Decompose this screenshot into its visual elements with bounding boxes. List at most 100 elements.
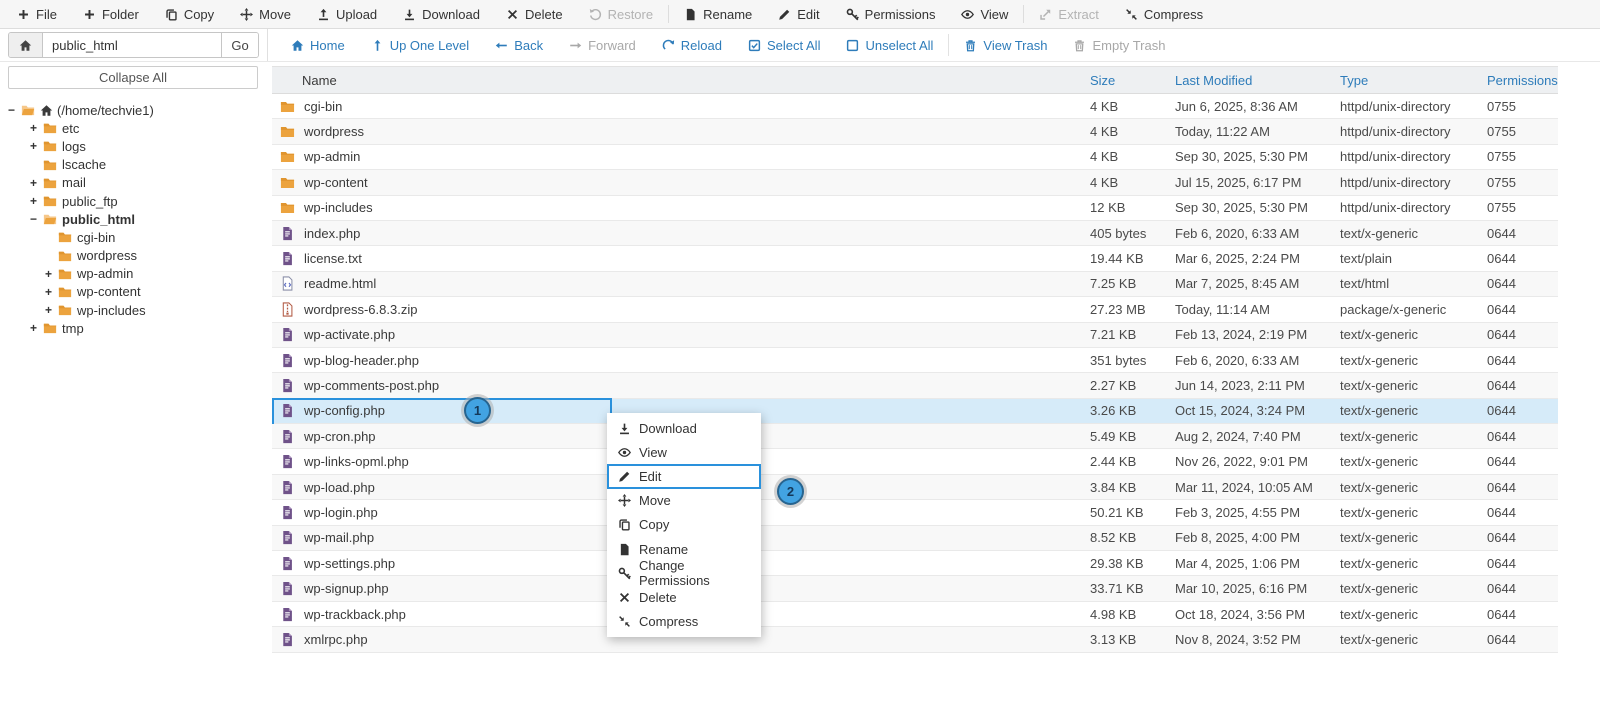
toolbar-permissions-button[interactable]: Permissions <box>833 0 949 28</box>
header-size[interactable]: Size <box>1090 73 1175 88</box>
header-permissions[interactable]: Permissions <box>1487 73 1558 88</box>
tree-item-public-html[interactable]: −public_html <box>8 210 268 228</box>
file-permissions: 0644 <box>1487 632 1558 647</box>
file-icon <box>618 543 631 556</box>
menu-delete-item[interactable]: Delete <box>607 585 761 609</box>
nav-up-one-level-link[interactable]: Up One Level <box>358 38 483 53</box>
file-permissions: 0755 <box>1487 175 1558 190</box>
toolbar-download-button[interactable]: Download <box>390 0 493 28</box>
table-row[interactable]: wp-load.php3.84 KBMar 11, 2024, 10:05 AM… <box>272 475 1558 500</box>
folder-icon <box>57 303 73 317</box>
table-row[interactable]: readme.html7.25 KBMar 7, 2025, 8:45 AMte… <box>272 272 1558 297</box>
nav-home-link[interactable]: Home <box>278 38 358 53</box>
tree-item-logs[interactable]: +logs <box>8 137 268 155</box>
tree-toggle[interactable]: + <box>30 139 42 153</box>
header-type[interactable]: Type <box>1340 73 1487 88</box>
file-name-cell: wp-content <box>272 175 1090 190</box>
table-row[interactable]: wp-activate.php7.21 KBFeb 13, 2024, 2:19… <box>272 323 1558 348</box>
table-row[interactable]: wp-mail.php8.52 KBFeb 8, 2025, 4:00 PMte… <box>272 526 1558 551</box>
collapse-all-button[interactable]: Collapse All <box>8 66 258 89</box>
tree-item-etc[interactable]: +etc <box>8 119 268 137</box>
tree-item-wordpress[interactable]: wordpress <box>8 247 268 265</box>
header-name[interactable]: Name <box>272 73 1090 88</box>
toolbar-rename-button[interactable]: Rename <box>671 0 765 28</box>
table-row[interactable]: license.txt19.44 KBMar 6, 2025, 2:24 PMt… <box>272 246 1558 271</box>
tree-toggle[interactable]: − <box>30 212 42 226</box>
header-last-modified[interactable]: Last Modified <box>1175 73 1340 88</box>
toolbar-file-button[interactable]: File <box>4 0 70 28</box>
nav-reload-link[interactable]: Reload <box>649 38 735 53</box>
toolbar-edit-button[interactable]: Edit <box>765 0 832 28</box>
path-input[interactable] <box>43 33 221 57</box>
menu-copy-item[interactable]: Copy <box>607 513 761 537</box>
doc-icon <box>280 607 295 622</box>
table-row[interactable]: wp-blog-header.php351 bytesFeb 6, 2020, … <box>272 348 1558 373</box>
menu-download-item[interactable]: Download <box>607 416 761 440</box>
toolbar-move-button[interactable]: Move <box>227 0 304 28</box>
table-row[interactable]: wordpress4 KBToday, 11:22 AMhttpd/unix-d… <box>272 119 1558 144</box>
nav-unselect-all-link[interactable]: Unselect All <box>833 38 946 53</box>
table-row[interactable]: wp-includes12 KBSep 30, 2025, 5:30 PMhtt… <box>272 196 1558 221</box>
file-type: text/plain <box>1340 251 1487 266</box>
tree-item-home-techvie1[interactable]: − (/home/techvie1) <box>8 101 268 119</box>
table-row[interactable]: wordpress-6.8.3.zip27.23 MBToday, 11:14 … <box>272 297 1558 322</box>
tree-item-lscache[interactable]: lscache <box>8 156 268 174</box>
toolbar-divider <box>668 5 669 23</box>
tree-toggle[interactable]: + <box>30 321 42 335</box>
tree-item-wp-includes[interactable]: +wp-includes <box>8 301 268 319</box>
tree-item-cgi-bin[interactable]: cgi-bin <box>8 228 268 246</box>
table-row[interactable]: index.php405 bytesFeb 6, 2020, 6:33 AMte… <box>272 221 1558 246</box>
table-row[interactable]: cgi-bin4 KBJun 6, 2025, 8:36 AMhttpd/uni… <box>272 94 1558 119</box>
menu-move-item[interactable]: Move <box>607 489 761 513</box>
file-permissions: 0644 <box>1487 378 1558 393</box>
menu-compress-item[interactable]: Compress <box>607 610 761 634</box>
toolbar-delete-button[interactable]: Delete <box>493 0 576 28</box>
tree-toggle[interactable]: − <box>8 103 20 117</box>
toolbar-folder-button[interactable]: Folder <box>70 0 152 28</box>
toolbar-label: File <box>36 7 57 22</box>
tree-item-wp-content[interactable]: +wp-content <box>8 283 268 301</box>
tree-item-tmp[interactable]: +tmp <box>8 319 268 337</box>
toolbar-view-button[interactable]: View <box>948 0 1021 28</box>
table-row[interactable]: wp-admin4 KBSep 30, 2025, 5:30 PMhttpd/u… <box>272 145 1558 170</box>
tree-toggle[interactable]: + <box>45 285 57 299</box>
tree-toggle[interactable]: + <box>30 176 42 190</box>
menu-view-item[interactable]: View <box>607 440 761 464</box>
nav-view-trash-link[interactable]: View Trash <box>951 38 1060 53</box>
menu-edit-item[interactable]: Edit <box>607 464 761 488</box>
toolbar-compress-button[interactable]: Compress <box>1112 0 1216 28</box>
home-path-button[interactable] <box>9 33 43 57</box>
tree-item-mail[interactable]: +mail <box>8 174 268 192</box>
toolbar-upload-button[interactable]: Upload <box>304 0 390 28</box>
table-row[interactable]: wp-trackback.php4.98 KBOct 18, 2024, 3:5… <box>272 602 1558 627</box>
file-name: xmlrpc.php <box>304 632 368 647</box>
tree-item-label: (/home/techvie1) <box>57 103 154 118</box>
table-row[interactable]: wp-content4 KBJul 15, 2025, 6:17 PMhttpd… <box>272 170 1558 195</box>
table-row[interactable]: wp-signup.php33.71 KBMar 10, 2025, 6:16 … <box>272 576 1558 601</box>
menu-change-permissions-item[interactable]: Change Permissions <box>607 561 761 585</box>
table-row[interactable]: wp-cron.php5.49 KBAug 2, 2024, 7:40 PMte… <box>272 424 1558 449</box>
file-name: wp-config.php <box>304 403 385 418</box>
tree-item-public-ftp[interactable]: +public_ftp <box>8 192 268 210</box>
tree-toggle[interactable]: + <box>45 267 57 281</box>
tree-item-label: cgi-bin <box>77 230 115 245</box>
table-row[interactable]: wp-settings.php29.38 KBMar 4, 2025, 1:06… <box>272 551 1558 576</box>
toolbar-copy-button[interactable]: Copy <box>152 0 227 28</box>
tree-toggle[interactable]: + <box>30 194 42 208</box>
tree-toggle[interactable]: + <box>30 121 42 135</box>
tree-item-wp-admin[interactable]: +wp-admin <box>8 265 268 283</box>
nav-row: Go HomeUp One LevelBackForwardReloadSele… <box>0 29 1600 62</box>
table-row[interactable]: wp-login.php50.21 KBFeb 3, 2025, 4:55 PM… <box>272 500 1558 525</box>
go-button[interactable]: Go <box>221 33 258 57</box>
file-modified: Feb 13, 2024, 2:19 PM <box>1175 327 1340 342</box>
tree-toggle[interactable]: + <box>45 303 57 317</box>
table-row[interactable]: wp-comments-post.php2.27 KBJun 14, 2023,… <box>272 373 1558 398</box>
doc-icon <box>280 378 295 393</box>
content-area: Name Size Last Modified Type Permissions… <box>268 66 1600 653</box>
table-row[interactable]: wp-links-opml.php2.44 KBNov 26, 2022, 9:… <box>272 449 1558 474</box>
table-row[interactable]: xmlrpc.php3.13 KBNov 8, 2024, 3:52 PMtex… <box>272 627 1558 652</box>
nav-select-all-link[interactable]: Select All <box>735 38 833 53</box>
file-type: text/x-generic <box>1340 454 1487 469</box>
menu-item-label: Compress <box>639 614 698 629</box>
nav-back-link[interactable]: Back <box>482 38 556 53</box>
